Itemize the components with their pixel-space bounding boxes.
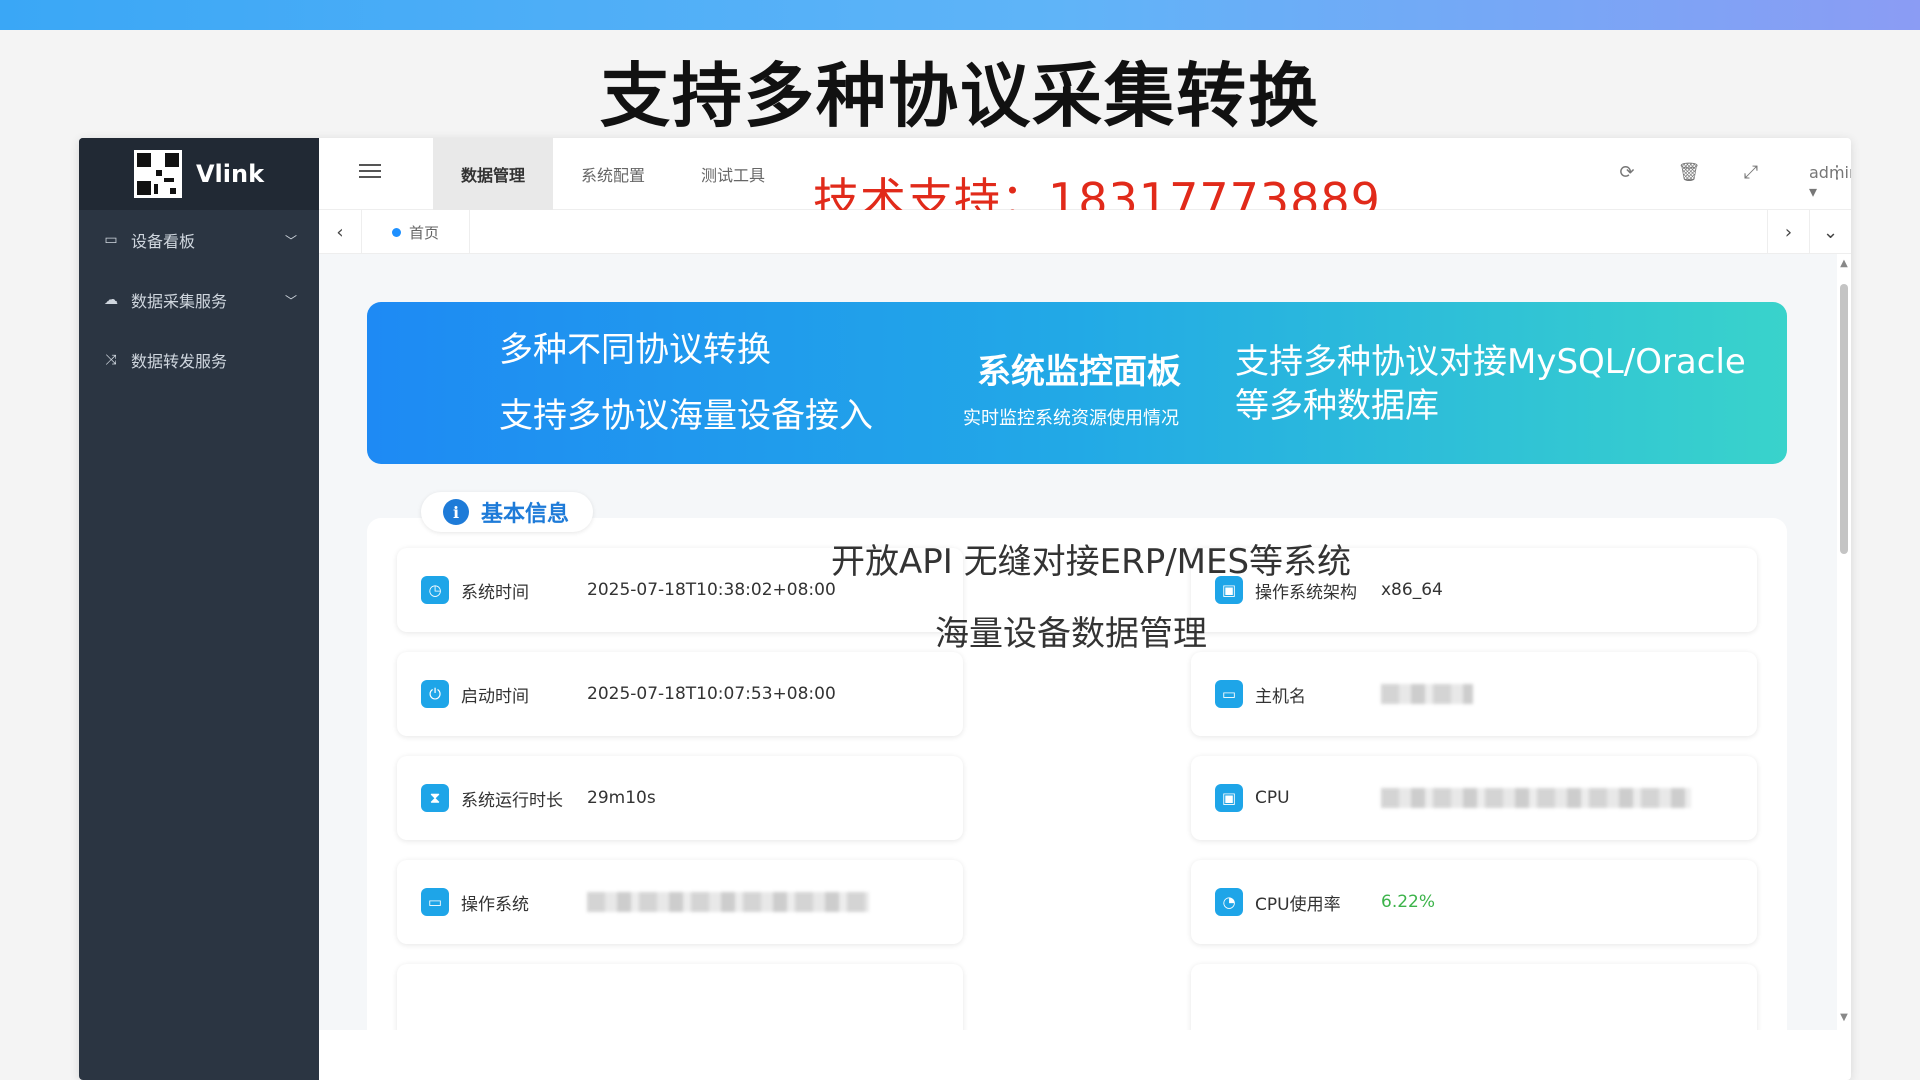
monitor-icon: ▭ — [1215, 680, 1243, 708]
banner-title: 系统监控面板 — [977, 352, 1181, 392]
menu-toggle-icon[interactable] — [359, 164, 381, 184]
scrollbar-thumb[interactable] — [1840, 284, 1848, 554]
redacted-value — [587, 892, 869, 912]
basic-info-title: 基本信息 — [481, 502, 570, 527]
active-dot — [392, 227, 401, 237]
scroll-up-icon[interactable]: ▲ — [1838, 258, 1850, 269]
card-label: 启动时间 — [461, 686, 529, 707]
info-card-uptime: ⧗ 系统运行时长 29m10s — [397, 756, 963, 840]
sidebar-item-data-collection[interactable]: ☁ 数据采集服务 ﹀ — [79, 270, 319, 330]
card-value: 2025-07-18T10:38:02+08:00 — [587, 580, 836, 600]
banner-text-database: 支持多种协议对接MySQL/Oracle等多种数据库 — [1235, 342, 1746, 426]
brand: Vlink — [79, 138, 319, 210]
monitor-banner: 多种不同协议转换 支持多协议海量设备接入 系统监控面板 实时监控系统资源使用情况… — [367, 302, 1787, 464]
main-content: 多种不同协议转换 支持多协议海量设备接入 系统监控面板 实时监控系统资源使用情况… — [319, 254, 1851, 1030]
sidebar-item-label: 数据采集服务 — [131, 292, 228, 311]
info-card-partial — [397, 964, 963, 1030]
card-value: 2025-07-18T10:07:53+08:00 — [587, 684, 836, 704]
power-icon: ⏻ — [421, 680, 449, 708]
brand-name: Vlink — [195, 160, 265, 188]
tab-data-management[interactable]: 数据管理 — [433, 138, 553, 210]
tag-home-label: 首页 — [409, 223, 440, 242]
shuffle-icon: ⤨ — [105, 352, 117, 368]
card-value: 29m10s — [587, 788, 656, 808]
cloud-upload-icon: ☁ — [104, 292, 118, 308]
sidebar-item-label: 设备看板 — [131, 232, 196, 251]
fullscreen-icon[interactable]: ⤢ — [1739, 162, 1763, 186]
info-card-hostname: ▭ 主机名 — [1191, 652, 1757, 736]
card-label: CPU — [1255, 788, 1290, 808]
sidebar: Vlink ▭ 设备看板 ﹀ ☁ 数据采集服务 ﹀ ⤨ 数据转发服务 — [79, 138, 319, 1080]
top-gradient-strip — [0, 0, 1920, 30]
tab-test-tools[interactable]: 测试工具 — [673, 138, 793, 210]
info-icon: i — [443, 499, 469, 525]
info-card-start-time: ⏻ 启动时间 2025-07-18T10:07:53+08:00 — [397, 652, 963, 736]
tag-home[interactable]: 首页 — [361, 210, 471, 254]
trash-icon[interactable]: 🗑 — [1677, 162, 1701, 186]
content-scrollbar[interactable]: ▲ ▼ — [1837, 254, 1851, 1030]
gauge-icon: ◔ — [1215, 888, 1243, 916]
info-card-partial — [1191, 964, 1757, 1030]
banner-text-protocol: 多种不同协议转换 — [499, 330, 771, 370]
tab-system-config[interactable]: 系统配置 — [553, 138, 673, 210]
scroll-right-icon[interactable]: › — [1767, 210, 1809, 254]
chip-icon: ▣ — [1215, 784, 1243, 812]
tags-dropdown-icon[interactable]: ⌄ — [1809, 210, 1851, 254]
card-label: 操作系统 — [461, 894, 529, 915]
refresh-icon[interactable]: ⟳ — [1615, 162, 1639, 186]
monitor-icon: ▭ — [421, 888, 449, 916]
monitor-icon: ▭ — [104, 232, 118, 248]
chevron-down-icon: ﹀ — [284, 233, 297, 248]
info-card-cpu: ▣ CPU — [1191, 756, 1757, 840]
more-vertical-icon[interactable]: ⋮ — [1825, 162, 1849, 186]
hourglass-icon: ⧗ — [421, 784, 449, 812]
sidebar-item-label: 数据转发服务 — [131, 352, 228, 371]
card-value: 6.22% — [1381, 892, 1436, 912]
banner-text-access: 支持多协议海量设备接入 — [499, 396, 873, 436]
top-header: 数据管理 系统配置 测试工具 技术支持：18317773889 ⟳ 🗑 ⤢ ad… — [319, 138, 1851, 227]
sidebar-item-data-forwarding[interactable]: ⤨ 数据转发服务 — [79, 330, 319, 390]
card-label: 系统运行时长 — [461, 790, 563, 811]
qr-code-logo — [133, 150, 182, 198]
clock-icon: ◷ — [421, 576, 449, 604]
basic-info-badge: i 基本信息 — [421, 492, 594, 532]
slide-title: 支持多种协议采集转换 — [600, 55, 1320, 137]
overlay-text-devices: 海量设备数据管理 — [935, 614, 1207, 654]
info-card-os: ▭ 操作系统 — [397, 860, 963, 944]
chevron-down-icon: ﹀ — [284, 293, 297, 308]
redacted-value — [1381, 684, 1473, 704]
overlay-text-api: 开放API 无缝对接ERP/MES等系统 — [831, 542, 1352, 582]
app-window: Vlink ▭ 设备看板 ﹀ ☁ 数据采集服务 ﹀ ⤨ 数据转发服务 数据管理 … — [79, 138, 1851, 1080]
tags-bar: ‹ 首页 › ⌄ — [319, 210, 1851, 254]
info-card-cpu-usage: ◔ CPU使用率 6.22% — [1191, 860, 1757, 944]
sidebar-item-device-board[interactable]: ▭ 设备看板 ﹀ — [79, 210, 319, 270]
card-label: 系统时间 — [461, 582, 529, 603]
card-label: CPU使用率 — [1255, 894, 1341, 915]
card-label: 主机名 — [1255, 686, 1306, 707]
caret-down-icon: ▾ — [1809, 182, 1818, 201]
card-value: x86_64 — [1381, 580, 1443, 600]
scroll-down-icon[interactable]: ▼ — [1838, 1012, 1850, 1023]
scroll-left-icon[interactable]: ‹ — [319, 210, 361, 254]
redacted-value — [1381, 788, 1691, 808]
banner-subtitle: 实时监控系统资源使用情况 — [963, 408, 1179, 429]
